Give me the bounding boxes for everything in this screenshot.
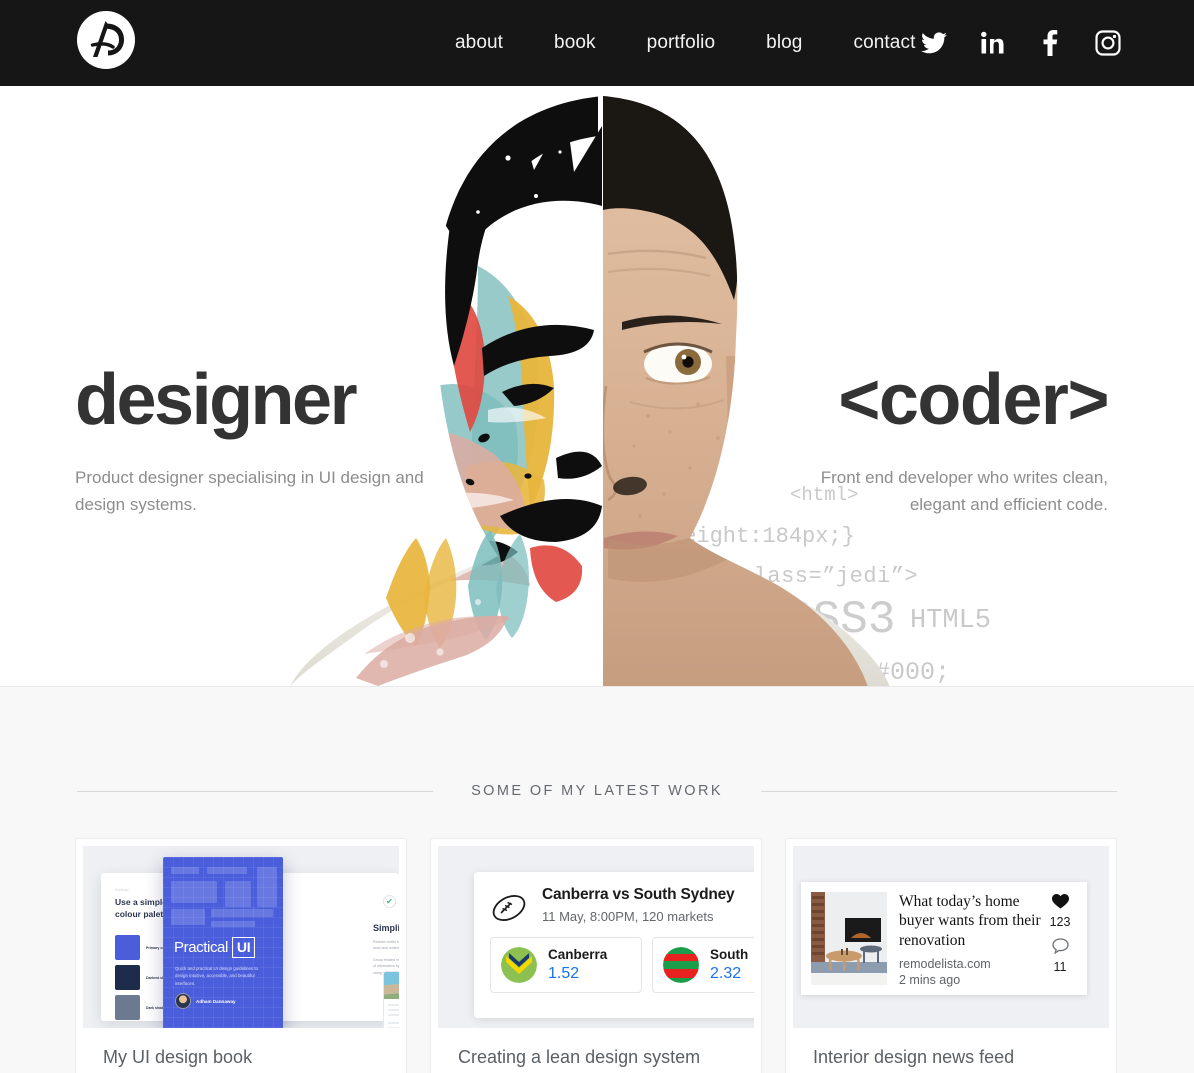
divider-left <box>77 790 434 792</box>
swatch-chip <box>115 935 140 960</box>
match-header: Canberra vs South Sydney 11 May, 8:00PM,… <box>474 886 754 924</box>
section-title: Some of my latest work <box>471 783 723 799</box>
social-nav <box>920 0 1122 86</box>
phone-photo <box>384 972 399 999</box>
odds-value: 2.32 <box>710 965 742 982</box>
card-title: Interior design news feed <box>813 1047 1015 1067</box>
odds-button-south[interactable]: South 2.32 <box>652 937 754 993</box>
book-title-badge: UI <box>231 937 256 958</box>
rugby-ball-icon <box>492 895 526 921</box>
news-source: remodelista.com <box>899 957 991 972</box>
odds-value: 1.52 <box>548 965 580 982</box>
hero-section: <html> height:184px;} class=”jedi”> CSS3… <box>0 86 1194 687</box>
book-subtitle: Quick and practical UI design guidelines… <box>175 966 258 986</box>
nav-item-about[interactable]: about <box>455 26 503 60</box>
linkedin-icon <box>981 31 1004 54</box>
betting-widget: Canberra vs South Sydney 11 May, 8:00PM,… <box>474 872 754 1018</box>
instagram-icon <box>1095 30 1121 56</box>
section-header: Some of my latest work <box>77 687 1117 799</box>
work-card-grid: Colour Use a simple monochrome colour pa… <box>75 838 1119 1073</box>
news-headline: What today’s home buyer wants from their… <box>899 893 1041 949</box>
news-stats: 123 11 <box>1043 892 1077 985</box>
site-header: about book portfolio blog contact <box>0 0 1194 86</box>
page-right-heading: Simplify <box>373 923 399 933</box>
work-card-news-feed[interactable]: What today’s home buyer wants from their… <box>785 838 1117 1073</box>
ad-monogram-icon <box>77 11 135 69</box>
latest-work-section: Some of my latest work Colour Use a simp… <box>0 687 1194 1073</box>
card-title: Creating a lean design system <box>458 1047 701 1067</box>
nav-item-blog[interactable]: blog <box>766 26 802 60</box>
canberra-badge-icon <box>501 947 537 983</box>
facebook-icon <box>1043 30 1058 56</box>
news-thumbnail <box>811 892 887 985</box>
code-line-height: height:184px;} <box>670 524 855 549</box>
main-nav: about book portfolio blog contact <box>455 0 915 86</box>
odds-button-canberra[interactable]: Canberra 1.52 <box>490 937 642 993</box>
comment-stat[interactable]: 11 <box>1043 938 1077 974</box>
page-right-para: Reduce clutter to make it easier and fas… <box>373 940 399 951</box>
news-feed-item: What today’s home buyer wants from their… <box>801 882 1087 995</box>
instagram-link[interactable] <box>1094 29 1122 57</box>
comment-count: 11 <box>1053 960 1067 974</box>
news-timestamp: 2 mins ago <box>899 973 961 988</box>
card-body: Interior design news feed Side project <box>786 1028 1116 1073</box>
like-count: 123 <box>1049 915 1071 929</box>
heart-icon <box>1051 894 1069 909</box>
odds-row: Canberra 1.52 South 2.32 <box>474 924 754 993</box>
code-line-class: class=”jedi”> <box>740 564 919 589</box>
work-card-book[interactable]: Colour Use a simple monochrome colour pa… <box>75 838 407 1073</box>
book-author-row: Adham Dannaway <box>175 993 236 1009</box>
card-body: My UI design book Book <box>76 1028 406 1073</box>
hero-designer-block: designer Product designer specialising i… <box>75 364 435 519</box>
site-logo[interactable] <box>75 9 137 71</box>
card-media-book-mockup: Colour Use a simple monochrome colour pa… <box>83 846 399 1028</box>
check-icon: ✔ <box>383 895 396 908</box>
code-line-html5: HTML5 <box>910 606 992 636</box>
twitter-icon <box>921 32 947 54</box>
hero-coder-block: <coder> Front end developer who writes c… <box>818 360 1110 519</box>
comment-icon <box>1051 938 1069 955</box>
south-sydney-badge-icon <box>663 947 699 983</box>
card-body: Creating a lean design system Design sys… <box>431 1028 761 1073</box>
match-meta: 11 May, 8:00PM, 120 markets <box>542 909 714 924</box>
like-stat[interactable]: 123 <box>1043 894 1077 929</box>
swatch-chip <box>115 965 140 990</box>
book-title: Practical <box>174 939 228 956</box>
author-name: Adham Dannaway <box>196 998 236 1004</box>
card-media-news-feed: What today’s home buyer wants from their… <box>793 846 1109 1028</box>
author-avatar <box>175 993 191 1009</box>
swatch-chip <box>115 995 140 1020</box>
news-text: What today’s home buyer wants from their… <box>887 892 1043 988</box>
card-title: My UI design book <box>103 1047 253 1067</box>
divider-right <box>760 790 1117 792</box>
odds-team-name: Canberra <box>548 947 608 962</box>
match-title: Canberra vs South Sydney <box>542 886 735 903</box>
facebook-link[interactable] <box>1036 29 1064 57</box>
twitter-link[interactable] <box>920 29 948 57</box>
nav-item-book[interactable]: book <box>554 26 596 60</box>
code-line-color: color:#000; <box>785 658 951 687</box>
code-line-css3: CSS3 <box>785 594 896 646</box>
odds-team-name: South <box>710 947 749 962</box>
card-media-betting-widget: Canberra vs South Sydney 11 May, 8:00PM,… <box>438 846 754 1028</box>
nav-item-contact[interactable]: contact <box>853 26 915 60</box>
hero-coder-subtitle: Front end developer who writes clean, el… <box>820 468 1108 514</box>
book-title-lockup: Practical UI <box>174 937 256 958</box>
hero-coder-title: <coder> <box>838 360 1109 440</box>
hero-designer-title: designer <box>75 360 358 440</box>
linkedin-link[interactable] <box>978 29 1006 57</box>
phone-mockup <box>383 971 399 1028</box>
hero-designer-subtitle: Product designer specialising in UI desi… <box>75 468 424 514</box>
nav-item-portfolio[interactable]: portfolio <box>647 26 716 60</box>
work-card-design-system[interactable]: Canberra vs South Sydney 11 May, 8:00PM,… <box>430 838 762 1073</box>
book-cover: Practical UI Quick and practical UI desi… <box>163 857 283 1028</box>
